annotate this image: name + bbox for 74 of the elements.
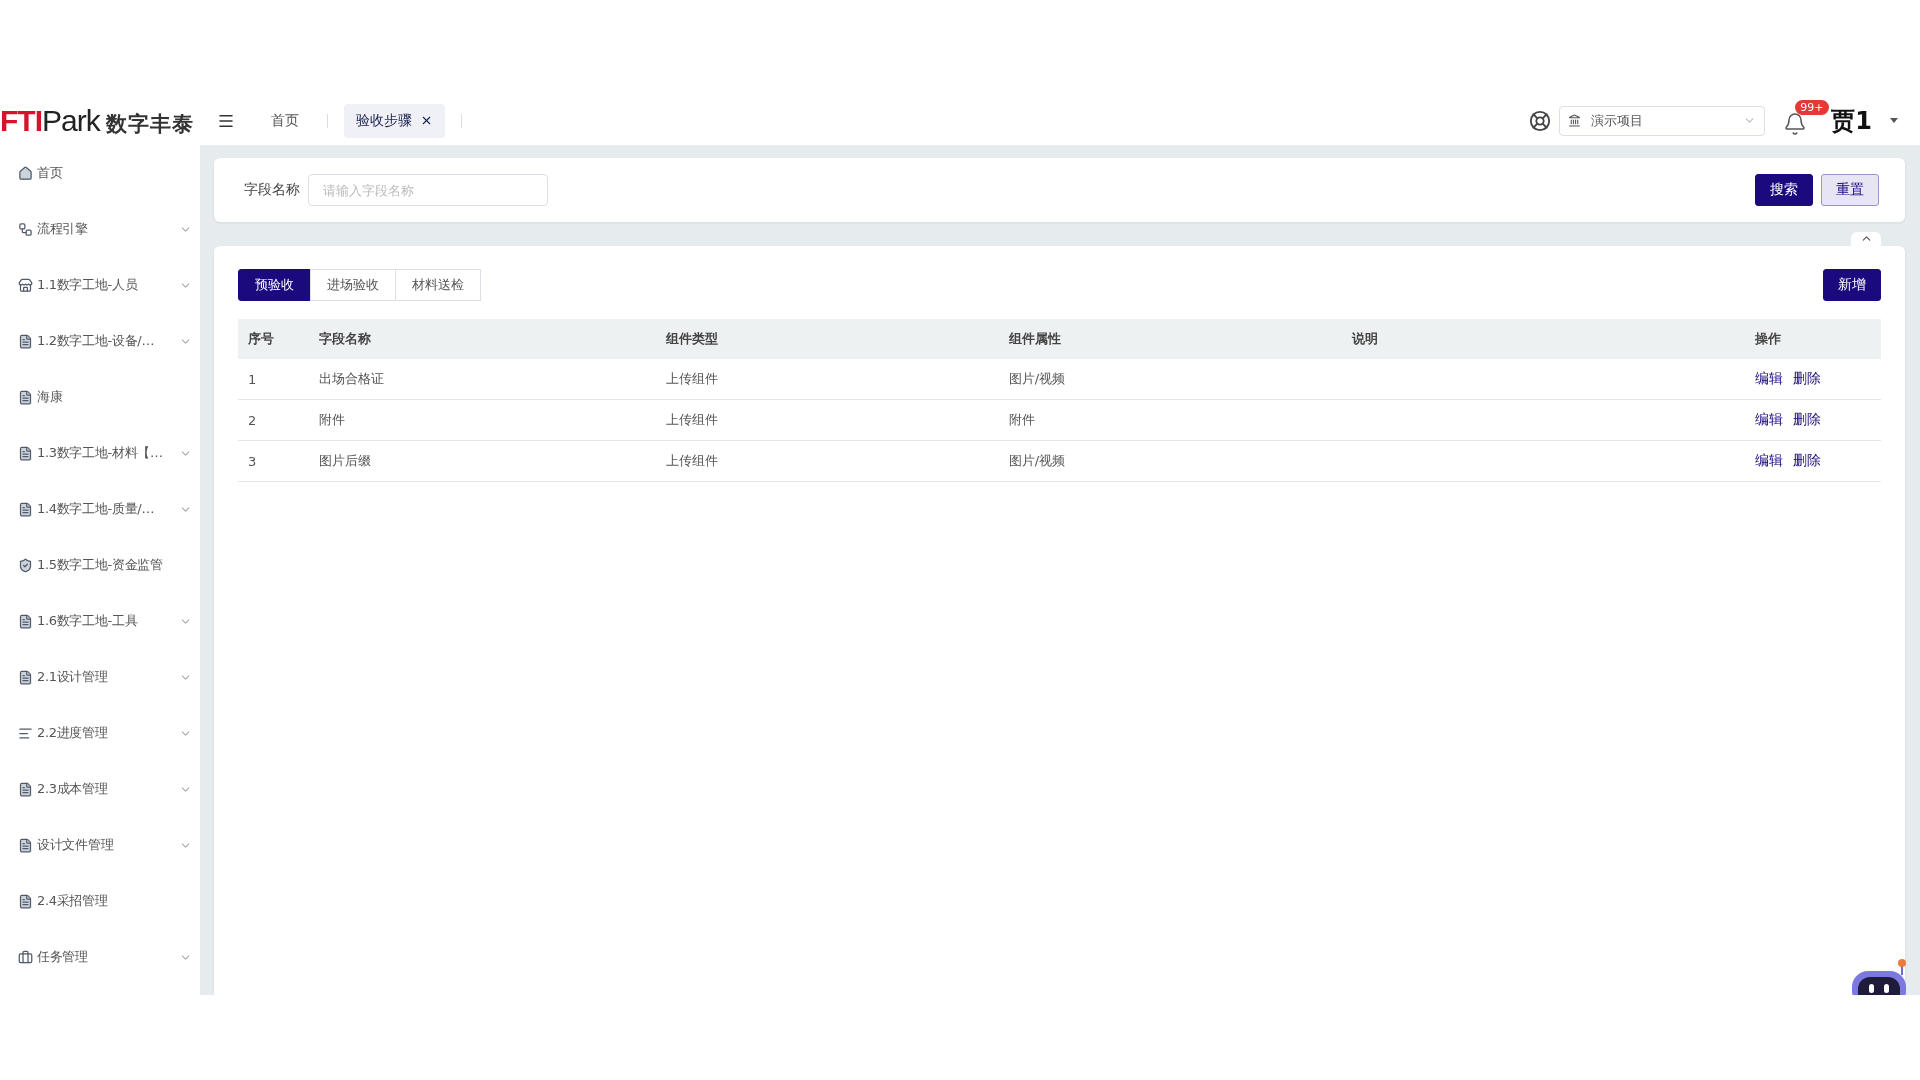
edit-link[interactable]: 编辑 <box>1754 370 1783 386</box>
table-cell: 3 <box>238 440 310 482</box>
sidebar-item[interactable]: 1.4数字工地-质量/… <box>0 481 200 537</box>
search-button[interactable]: 搜索 <box>1755 174 1813 206</box>
flow-icon <box>18 221 33 237</box>
caret-icon[interactable] <box>1890 118 1898 123</box>
sidebar-item[interactable]: 海康 <box>0 369 200 425</box>
help-icon[interactable] <box>1529 109 1552 132</box>
document-icon <box>18 501 33 517</box>
field-name-input[interactable]: 请输入字段名称 <box>308 174 548 206</box>
sidebar-item[interactable]: 2.4采招管理 <box>0 873 200 929</box>
table-cell: 1 <box>238 359 310 400</box>
sidebar-item[interactable]: 1.5数字工地-资金监管 <box>0 537 200 593</box>
close-icon[interactable] <box>420 114 433 127</box>
delete-link[interactable]: 删除 <box>1792 370 1821 386</box>
document-icon <box>18 613 33 629</box>
document-icon <box>18 333 33 349</box>
column-header: 序号 <box>238 319 310 359</box>
sidebar-item[interactable]: 1.6数字工地-工具 <box>0 593 200 649</box>
edit-link[interactable]: 编辑 <box>1754 452 1783 468</box>
field-label: 字段名称 <box>244 181 300 199</box>
table-cell: 图片/视频 <box>998 359 1342 400</box>
sidebar-item[interactable]: 2.2进度管理 <box>0 705 200 761</box>
document-icon <box>18 781 33 797</box>
document-icon <box>18 389 33 405</box>
table-cell: 上传组件 <box>655 359 999 400</box>
notification-badge: 99+ <box>1795 99 1829 115</box>
sidebar-item[interactable]: 流程引擎 <box>0 201 200 257</box>
collapse-tab[interactable] <box>1851 232 1881 246</box>
segment-tab[interactable]: 进场验收 <box>310 269 396 301</box>
sidebar-item[interactable]: 2.3成本管理 <box>0 761 200 817</box>
reset-button[interactable]: 重置 <box>1821 174 1879 206</box>
shield-icon <box>18 557 33 573</box>
add-button[interactable]: 新增 <box>1823 269 1881 301</box>
table-cell: 2 <box>238 399 310 441</box>
sidebar-item[interactable]: 1.2数字工地-设备/… <box>0 313 200 369</box>
table-cell: 上传组件 <box>655 399 999 441</box>
sidebar-item[interactable]: 1.3数字工地-材料【… <box>0 425 200 481</box>
site-icon <box>1568 114 1582 127</box>
delete-link[interactable]: 删除 <box>1792 452 1821 468</box>
sidebar-item[interactable]: 首页 <box>0 145 200 201</box>
table-cell: 图片/视频 <box>998 440 1342 482</box>
table-cell: 附件 <box>998 399 1342 441</box>
user-name[interactable]: 贾1 <box>1831 104 1872 137</box>
store-icon <box>18 277 33 293</box>
document-icon <box>18 445 33 461</box>
segment-tab[interactable]: 材料送检 <box>395 269 481 301</box>
column-header: 字段名称 <box>309 319 656 359</box>
sidebar-item[interactable]: 1.1数字工地-人员 <box>0 257 200 313</box>
document-icon <box>18 893 33 909</box>
project-select[interactable]: 演示项目 <box>1559 105 1766 136</box>
table-cell: 附件 <box>309 399 656 441</box>
sidebar-item[interactable]: 2.1设计管理 <box>0 649 200 705</box>
table-cell: 上传组件 <box>655 440 999 482</box>
page-tab[interactable]: 首页 <box>259 103 311 138</box>
table-cell: 出场合格证 <box>309 359 656 400</box>
edit-link[interactable]: 编辑 <box>1754 411 1783 427</box>
column-header: 组件属性 <box>998 319 1342 359</box>
segment-tab[interactable]: 预验收 <box>238 269 311 301</box>
column-header: 说明 <box>1341 319 1745 359</box>
bell-icon[interactable] <box>1783 111 1808 136</box>
column-header: 操作 <box>1744 319 1881 359</box>
sidebar-item[interactable]: 任务管理 <box>0 929 200 985</box>
logo: FTIPark 数字丰泰 <box>0 103 195 138</box>
sidebar-item[interactable]: 设计文件管理 <box>0 817 200 873</box>
briefcase-icon <box>18 949 33 965</box>
document-icon <box>18 669 33 685</box>
delete-link[interactable]: 删除 <box>1792 411 1821 427</box>
bars-icon <box>18 725 33 741</box>
home-icon <box>18 165 33 181</box>
document-icon <box>18 837 33 853</box>
table-cell: 图片后缀 <box>309 440 656 482</box>
column-header: 组件类型 <box>655 319 999 359</box>
page-tab[interactable]: 验收步骤 <box>344 103 445 138</box>
